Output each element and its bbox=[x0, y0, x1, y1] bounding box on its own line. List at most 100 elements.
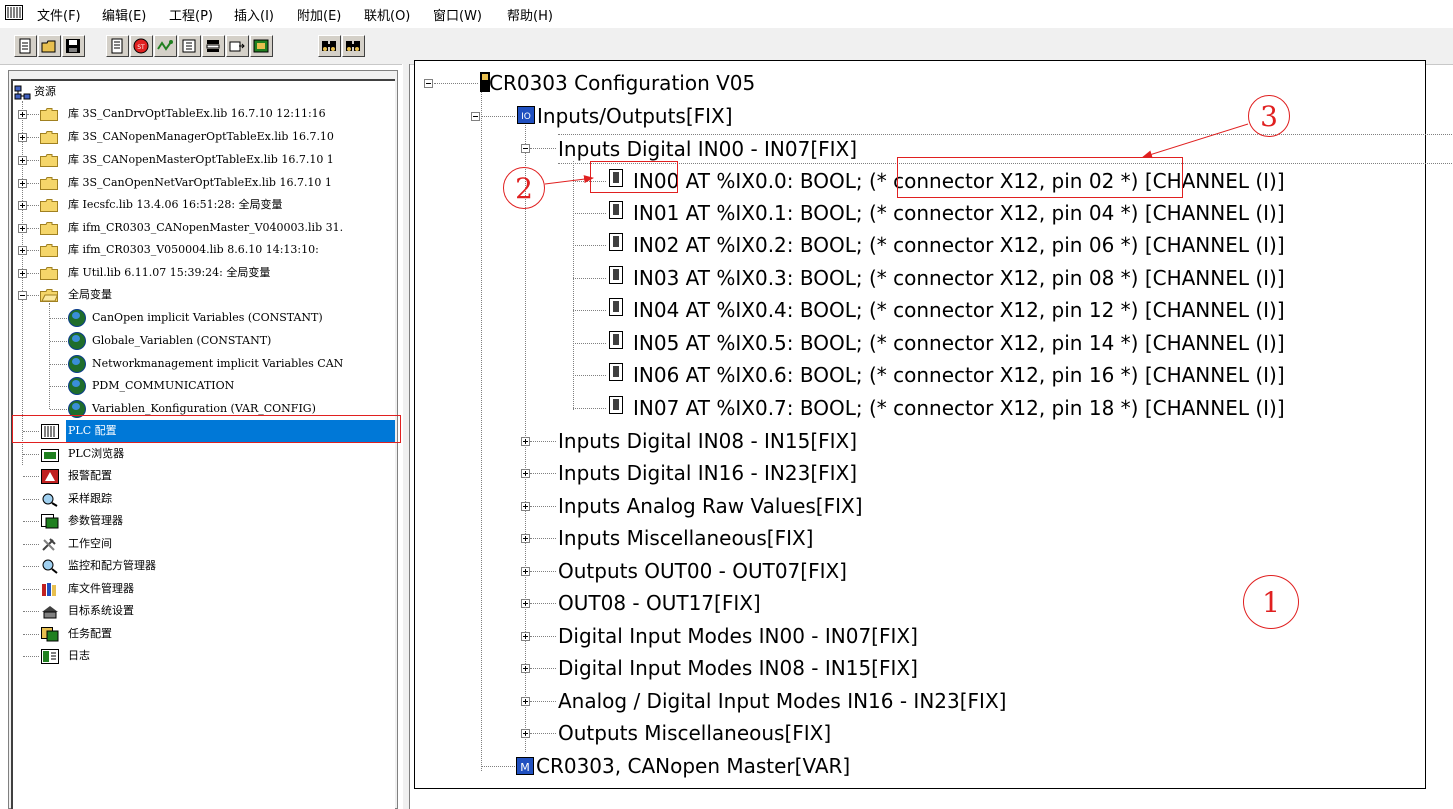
expand-toggle[interactable] bbox=[18, 201, 27, 210]
svg-text:M: M bbox=[520, 761, 530, 774]
global-vars-folder[interactable]: 全局变量 bbox=[68, 284, 112, 306]
menu-window[interactable]: 窗口(W) bbox=[433, 5, 482, 24]
svg-text:ST: ST bbox=[137, 44, 145, 51]
parameter-manager-item[interactable]: 参数管理器 bbox=[68, 510, 123, 532]
library-item[interactable]: 库 3S_CanOpenNetVarOptTableEx.lib 16.7.10… bbox=[68, 172, 332, 194]
expand-toggle[interactable] bbox=[521, 664, 530, 673]
library-item[interactable]: 库 ifm_CR0303_CANopenMaster_V040003.lib 3… bbox=[68, 217, 343, 239]
global-var-item[interactable]: PDM_COMMUNICATION bbox=[92, 375, 234, 397]
find-button[interactable] bbox=[318, 35, 341, 57]
channel-in05[interactable]: IN05 AT %IX0.5: BOOL; (* connector X12, … bbox=[633, 329, 1285, 357]
inputs-outputs-label[interactable]: Inputs/Outputs[FIX] bbox=[537, 102, 733, 130]
sampling-trace-item[interactable]: 采样跟踪 bbox=[68, 488, 112, 510]
io-module-icon: IO bbox=[517, 106, 535, 124]
channel-icon bbox=[609, 266, 623, 284]
globe-icon bbox=[68, 332, 86, 350]
group-item[interactable]: Analog / Digital Input Modes IN16 - IN23… bbox=[558, 687, 1006, 715]
group-item[interactable]: Outputs OUT00 - OUT07[FIX] bbox=[558, 557, 847, 585]
parameter-manager-icon bbox=[41, 514, 59, 529]
expand-toggle[interactable] bbox=[18, 269, 27, 278]
expand-toggle[interactable] bbox=[521, 567, 530, 576]
global-var-item[interactable]: Globale_Variablen (CONSTANT) bbox=[92, 330, 271, 352]
task-config-item[interactable]: 任务配置 bbox=[68, 623, 112, 645]
group-item[interactable]: Outputs Miscellaneous[FIX] bbox=[558, 719, 831, 747]
svg-text:IO: IO bbox=[521, 112, 531, 122]
alarm-config-item[interactable]: 报警配置 bbox=[68, 465, 112, 487]
menu-help[interactable]: 帮助(H) bbox=[507, 5, 553, 24]
channel-in04[interactable]: IN04 AT %IX0.4: BOOL; (* connector X12, … bbox=[633, 296, 1285, 324]
logout-button[interactable] bbox=[250, 35, 273, 57]
global-var-item[interactable]: CanOpen implicit Variables (CONSTANT) bbox=[92, 307, 323, 329]
expand-toggle[interactable] bbox=[521, 729, 530, 738]
menu-edit[interactable]: 编辑(E) bbox=[102, 5, 146, 24]
resources-root-label[interactable]: 资源 bbox=[34, 81, 56, 103]
expand-toggle[interactable] bbox=[521, 632, 530, 641]
pane-splitter[interactable] bbox=[402, 64, 410, 809]
group-item[interactable]: Digital Input Modes IN00 - IN07[FIX] bbox=[558, 622, 918, 650]
callout-2: 2 bbox=[503, 167, 545, 209]
channel-in01[interactable]: IN01 AT %IX0.1: BOOL; (* connector X12, … bbox=[633, 199, 1285, 227]
workspace-item[interactable]: 工作空间 bbox=[68, 533, 112, 555]
library-item[interactable]: 库 ifm_CR0303_V050004.lib 8.6.10 14:13:10… bbox=[68, 239, 319, 261]
expand-toggle[interactable] bbox=[18, 156, 27, 165]
collapse-toggle[interactable] bbox=[471, 112, 480, 121]
step-button[interactable] bbox=[178, 35, 201, 57]
group-item[interactable]: Inputs Analog Raw Values[FIX] bbox=[558, 492, 863, 520]
library-item[interactable]: 库 3S_CANopenMasterOptTableEx.lib 16.7.10… bbox=[68, 149, 334, 171]
library-manager-icon bbox=[42, 583, 56, 596]
global-var-item[interactable]: Networkmanagement implicit Variables CAN bbox=[92, 353, 343, 375]
canopen-master-label[interactable]: CR0303, CANopen Master[VAR] bbox=[536, 752, 850, 780]
channel-in07[interactable]: IN07 AT %IX0.7: BOOL; (* connector X12, … bbox=[633, 394, 1285, 422]
menu-extras[interactable]: 附加(E) bbox=[297, 5, 341, 24]
channel-in06[interactable]: IN06 AT %IX0.6: BOOL; (* connector X12, … bbox=[633, 361, 1285, 389]
channel-in02[interactable]: IN02 AT %IX0.2: BOOL; (* connector X12, … bbox=[633, 231, 1285, 259]
log-item[interactable]: 日志 bbox=[68, 645, 90, 667]
menu-project[interactable]: 工程(P) bbox=[169, 5, 213, 24]
new-button[interactable] bbox=[14, 35, 37, 57]
stop-button[interactable]: ST bbox=[130, 35, 153, 57]
group-item[interactable]: Digital Input Modes IN08 - IN15[FIX] bbox=[558, 654, 918, 682]
expand-toggle[interactable] bbox=[521, 697, 530, 706]
login-button[interactable] bbox=[226, 35, 249, 57]
expand-toggle[interactable] bbox=[521, 437, 530, 446]
expand-toggle[interactable] bbox=[18, 133, 27, 142]
menu-insert[interactable]: 插入(I) bbox=[234, 5, 274, 24]
watch-recipe-item[interactable]: 监控和配方管理器 bbox=[68, 555, 156, 577]
expand-toggle[interactable] bbox=[18, 110, 27, 119]
library-item[interactable]: 库 Iecsfc.lib 13.4.06 16:51:28: 全局变量 bbox=[68, 194, 283, 216]
open-button[interactable] bbox=[38, 35, 61, 57]
collapse-toggle[interactable] bbox=[424, 79, 433, 88]
menu-file[interactable]: 文件(F) bbox=[37, 5, 81, 24]
plc-browser-item[interactable]: PLC浏览器 bbox=[68, 443, 124, 465]
build-button[interactable] bbox=[106, 35, 129, 57]
run-button[interactable] bbox=[154, 35, 177, 57]
collapse-toggle[interactable] bbox=[521, 144, 530, 153]
library-item[interactable]: 库 3S_CANopenManagerOptTableEx.lib 16.7.1… bbox=[68, 126, 334, 148]
expand-toggle[interactable] bbox=[18, 179, 27, 188]
expand-toggle[interactable] bbox=[521, 534, 530, 543]
expand-toggle[interactable] bbox=[18, 224, 27, 233]
expand-toggle[interactable] bbox=[521, 502, 530, 511]
app-logo-icon bbox=[5, 5, 23, 20]
folder-icon bbox=[40, 244, 58, 257]
library-manager-item[interactable]: 库文件管理器 bbox=[68, 578, 134, 600]
channel-in03[interactable]: IN03 AT %IX0.3: BOOL; (* connector X12, … bbox=[633, 264, 1285, 292]
expand-toggle[interactable] bbox=[521, 469, 530, 478]
save-button[interactable] bbox=[62, 35, 85, 57]
config-root-label[interactable]: CR0303 Configuration V05 bbox=[489, 69, 755, 97]
expand-toggle[interactable] bbox=[521, 599, 530, 608]
group-item[interactable]: Inputs Digital IN08 - IN15[FIX] bbox=[558, 427, 857, 455]
find-replace-button[interactable] bbox=[342, 35, 365, 57]
target-settings-item[interactable]: 目标系统设置 bbox=[68, 600, 134, 622]
group-item[interactable]: Inputs Digital IN16 - IN23[FIX] bbox=[558, 459, 857, 487]
io-button[interactable] bbox=[202, 35, 225, 57]
open-icon bbox=[41, 40, 56, 53]
library-item[interactable]: 库 3S_CanDrvOptTableEx.lib 16.7.10 12:11:… bbox=[68, 103, 326, 125]
collapse-toggle[interactable] bbox=[18, 291, 27, 300]
library-item[interactable]: 库 Util.lib 6.11.07 15:39:24: 全局变量 bbox=[68, 262, 270, 284]
in00-highlight bbox=[590, 161, 678, 193]
group-item[interactable]: Inputs Miscellaneous[FIX] bbox=[558, 524, 814, 552]
expand-toggle[interactable] bbox=[18, 246, 27, 255]
menu-online[interactable]: 联机(O) bbox=[364, 5, 410, 24]
group-item[interactable]: OUT08 - OUT17[FIX] bbox=[558, 589, 761, 617]
